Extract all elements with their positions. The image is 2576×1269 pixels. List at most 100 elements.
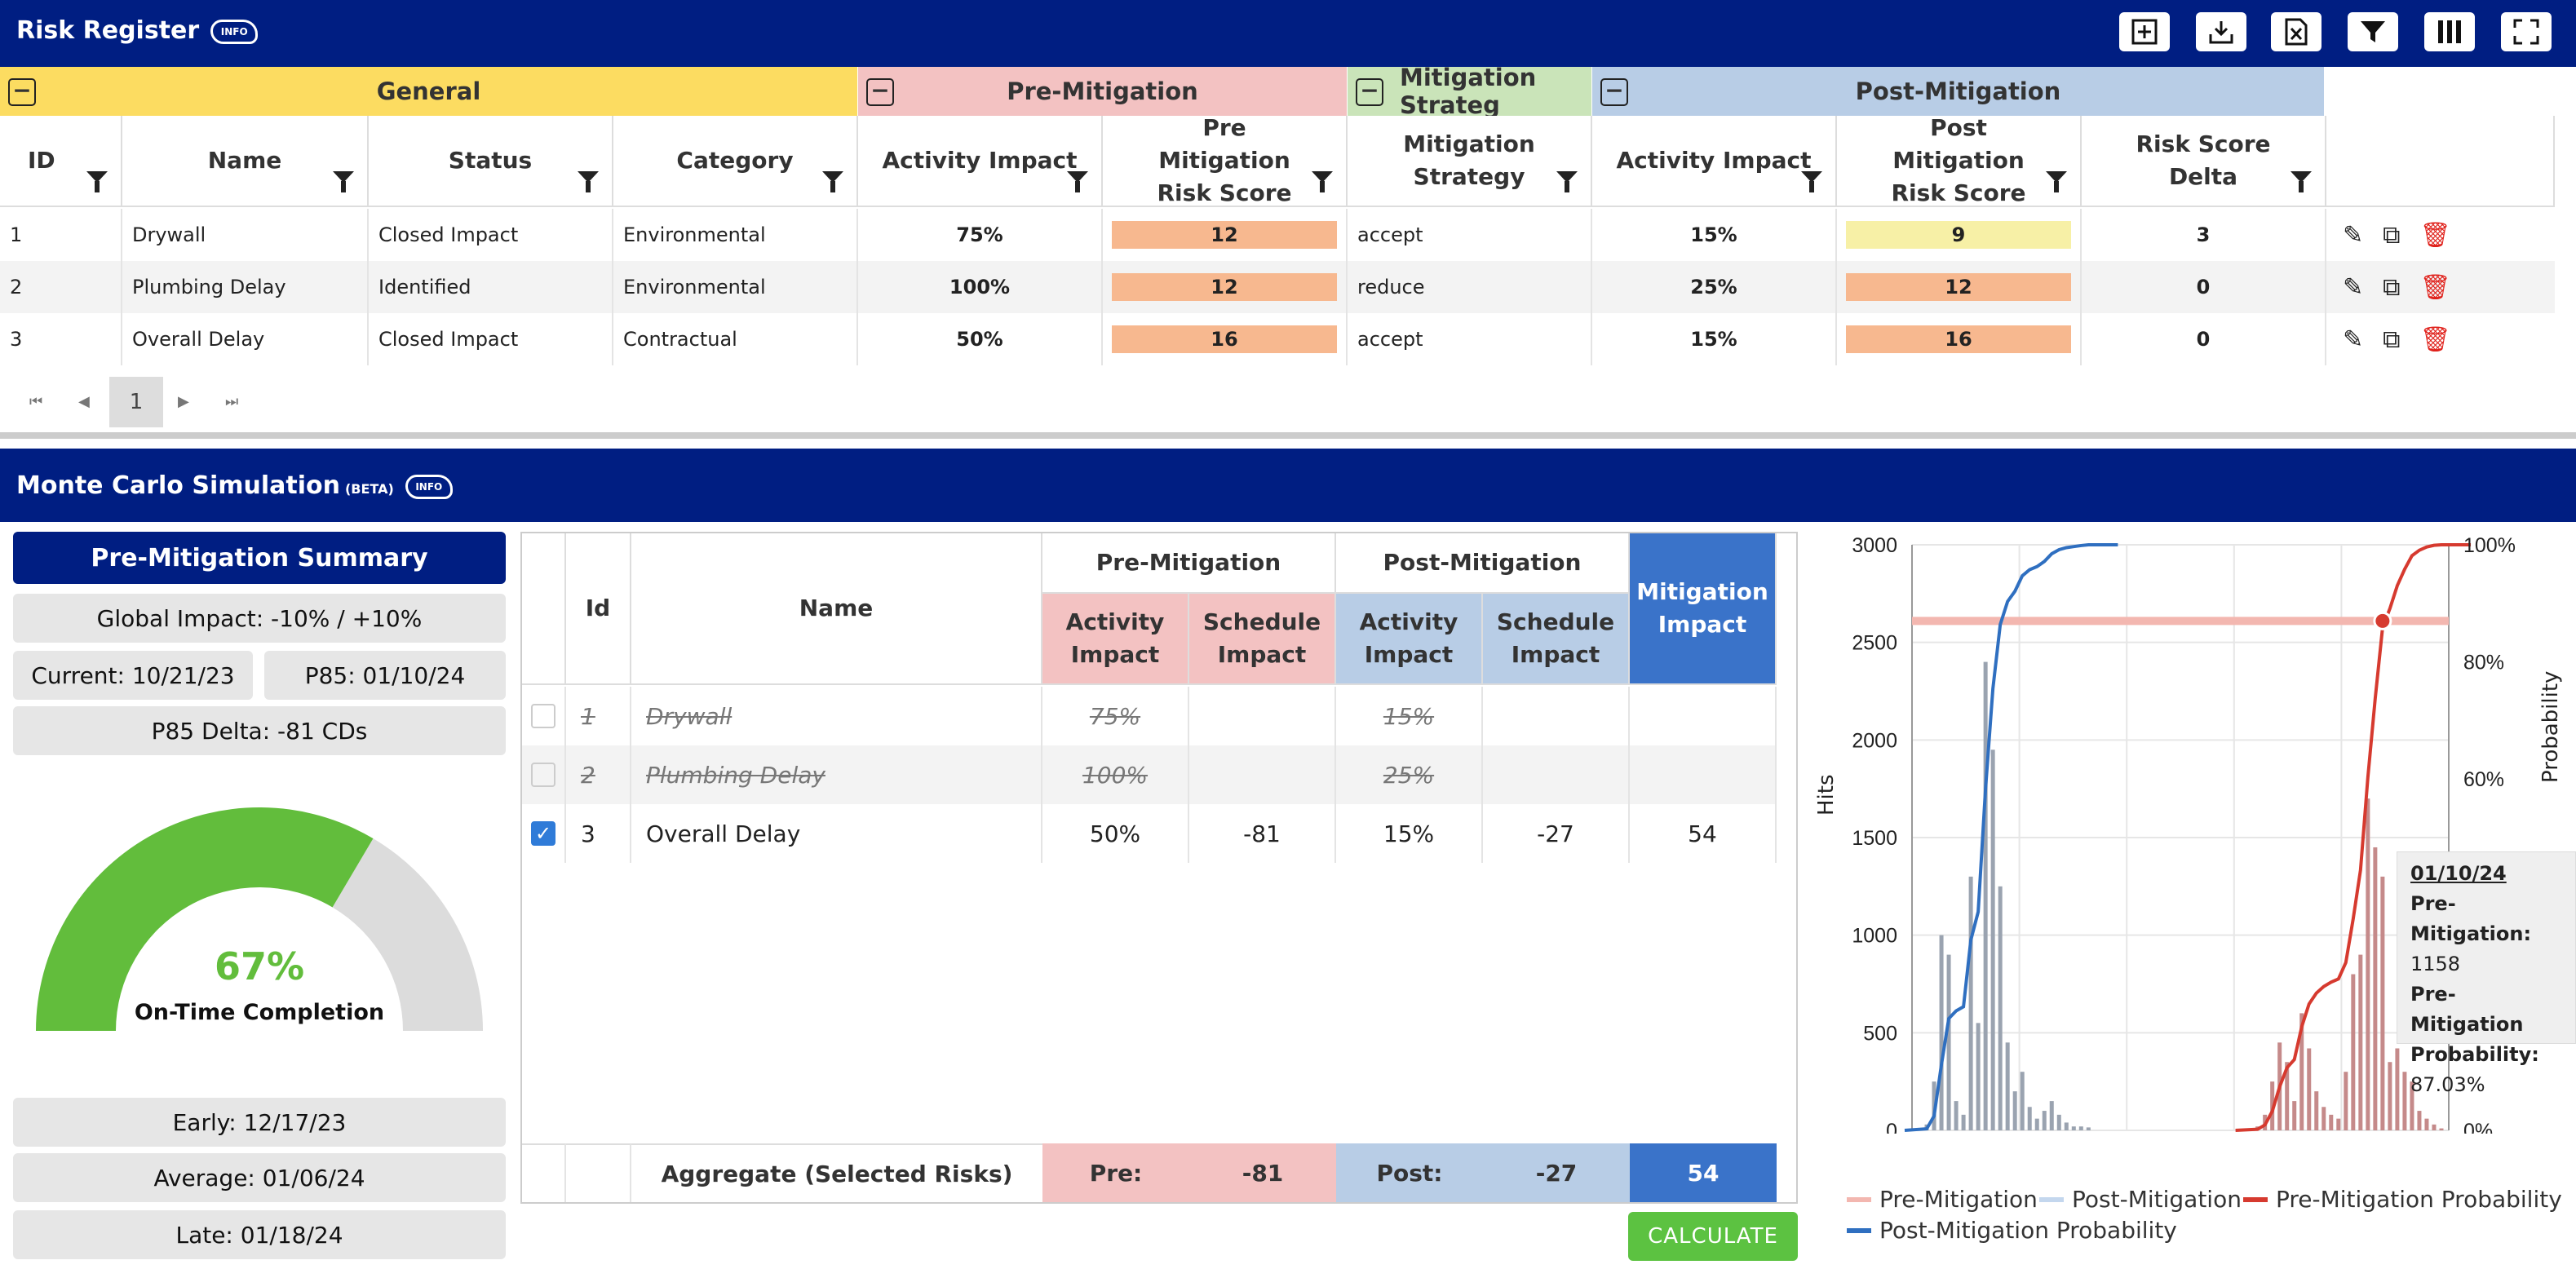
filter-icon[interactable] [578,171,599,192]
calculate-button[interactable]: CALCULATE [1628,1212,1798,1261]
copy-icon[interactable]: ⧉ [2383,221,2400,250]
table-row[interactable]: 1 Drywall Closed Impact Environmental 75… [0,209,2555,261]
table-row[interactable]: ✓ 3 Overall Delay 50% -81 15% -27 54 [522,804,1777,863]
edit-icon[interactable]: ✎ [2343,273,2363,302]
row-checkbox-cell[interactable] [522,745,566,804]
first-page-icon[interactable]: ⏮ [29,393,42,410]
col-id: Id [566,533,631,685]
copy-icon[interactable]: ⧉ [2383,325,2400,354]
info-icon[interactable]: INFO [405,474,453,499]
prev-page-icon[interactable]: ◀ [78,393,90,410]
row-checkbox-cell[interactable] [522,687,566,745]
aggregate-spacer [566,1143,631,1202]
delete-icon[interactable]: 🗑 [2420,221,2451,250]
table-row[interactable]: 3 Overall Delay Closed Impact Contractua… [0,313,2555,365]
p85-delta: P85 Delta: -81 CDs [13,706,506,755]
cell-pre-impact: 50% [858,313,1103,365]
col-status[interactable]: Status [369,116,613,207]
y2-tick-label: 80% [2463,652,2504,674]
late-date: Late: 01/18/24 [13,1210,506,1259]
import-icon[interactable] [2196,12,2246,51]
global-impact: Global Impact: -10% / +10% [13,594,506,643]
delete-icon[interactable]: 🗑 [2420,325,2451,354]
info-icon[interactable]: INFO [210,19,259,44]
row-checkbox-checked[interactable]: ✓ [531,821,555,846]
chart-tooltip: 01/10/24 Pre-Mitigation: 1158 Pre-Mitiga… [2397,851,2576,1096]
simulation-table: Id Name Pre-Mitigation Post-Mitigation M… [520,532,1798,1204]
collapse-icon[interactable]: − [866,78,894,106]
cell-post-impact: 25% [1592,261,1837,313]
filter-icon[interactable] [1556,171,1578,192]
collapse-icon[interactable]: − [1600,78,1628,106]
col-pre-activity-impact[interactable]: Activity Impact [858,116,1103,207]
legend-swatch [2039,1196,2064,1202]
col-name[interactable]: Name [122,116,369,207]
col-post-activity-impact[interactable]: Activity Impact [1592,116,1837,207]
histogram-bar [2042,1111,2047,1130]
fullscreen-icon[interactable] [2501,12,2552,51]
table-row[interactable]: 2 Plumbing Delay 100% 25% [522,745,1777,804]
row-actions: ✎ ⧉ 🗑 [2326,209,2451,261]
edit-icon[interactable]: ✎ [2343,221,2363,250]
filter-icon[interactable] [822,171,843,192]
cell-post-impact: 15% [1592,313,1837,365]
col-id[interactable]: ID [0,116,122,207]
filter-icon[interactable] [1067,171,1088,192]
table-row[interactable]: 2 Plumbing Delay Identified Environmenta… [0,261,2555,313]
cell-strategy: accept [1348,313,1592,365]
group-pre-mitigation: − Pre-Mitigation [858,67,1348,116]
histogram-bar [2005,1042,2010,1130]
filter-icon[interactable] [2046,171,2067,192]
collapse-icon[interactable]: − [8,78,36,106]
row-checkbox-cell[interactable]: ✓ [522,804,566,863]
row-checkbox[interactable] [531,763,555,787]
legend-item[interactable]: Post-Mitigation [2039,1186,2242,1213]
gauge-fill [36,807,374,1031]
y-tick-label: 2000 [1852,729,1897,752]
columns-icon[interactable] [2424,12,2475,51]
filter-icon[interactable] [86,171,108,192]
histogram-bar [2012,1091,2017,1130]
col-select [522,533,566,685]
filter-icon[interactable] [1312,171,1333,192]
page-number[interactable]: 1 [109,377,163,427]
col-pre-risk-score[interactable]: Pre Mitigation Risk Score [1103,114,1348,207]
tooltip-value: 1158 [2410,953,2461,975]
collapse-icon[interactable]: − [1356,78,1383,106]
filter-icon[interactable] [1801,171,1822,192]
legend-item[interactable]: Post-Mitigation Probability [1847,1217,2177,1244]
group-post-mitigation: − Post-Mitigation [1592,67,2325,116]
col-risk-score-delta[interactable]: Risk Score Delta [2082,116,2326,207]
filter-icon[interactable] [2348,12,2398,51]
col-mitigation-strategy[interactable]: Mitigation Strategy [1348,116,1592,207]
cell-name: Plumbing Delay [631,745,1042,804]
legend-item[interactable]: Pre-Mitigation [1847,1186,2038,1213]
filter-icon[interactable] [2291,171,2312,192]
pager: ⏮ ◀ 1 ▶ ⏭ [0,365,2576,439]
row-actions: ✎ ⧉ 🗑 [2326,261,2451,313]
next-page-icon[interactable]: ▶ [178,393,189,410]
row-checkbox[interactable] [531,704,555,728]
copy-icon[interactable]: ⧉ [2383,273,2400,302]
histogram-bar [2424,1118,2429,1130]
histogram-bar [1954,1101,1959,1130]
table-row[interactable]: 1 Drywall 75% 15% [522,687,1777,745]
filter-icon[interactable] [333,171,354,192]
cell-pre-score: 12 [1103,209,1348,261]
edit-icon[interactable]: ✎ [2343,325,2363,354]
gauge-value: 67% [214,944,305,988]
cell-status: Identified [369,261,613,313]
y-tick-label: 1500 [1852,827,1897,850]
excel-export-icon[interactable] [2271,12,2321,51]
col-post-risk-score[interactable]: Post Mitigation Risk Score [1837,114,2082,207]
add-icon[interactable] [2119,12,2170,51]
col-category[interactable]: Category [613,116,858,207]
legend-item[interactable]: Pre-Mitigation Probability [2243,1186,2562,1213]
aggregate-post-label: Post: [1336,1143,1483,1202]
aggregate-mitigation-value: 54 [1630,1143,1777,1202]
col-pre-activity: Activity Impact [1042,594,1189,685]
delete-icon[interactable]: 🗑 [2420,273,2451,302]
cell-delta: 3 [2082,209,2326,261]
cell-category: Environmental [613,209,858,261]
last-page-icon[interactable]: ⏭ [225,393,238,410]
